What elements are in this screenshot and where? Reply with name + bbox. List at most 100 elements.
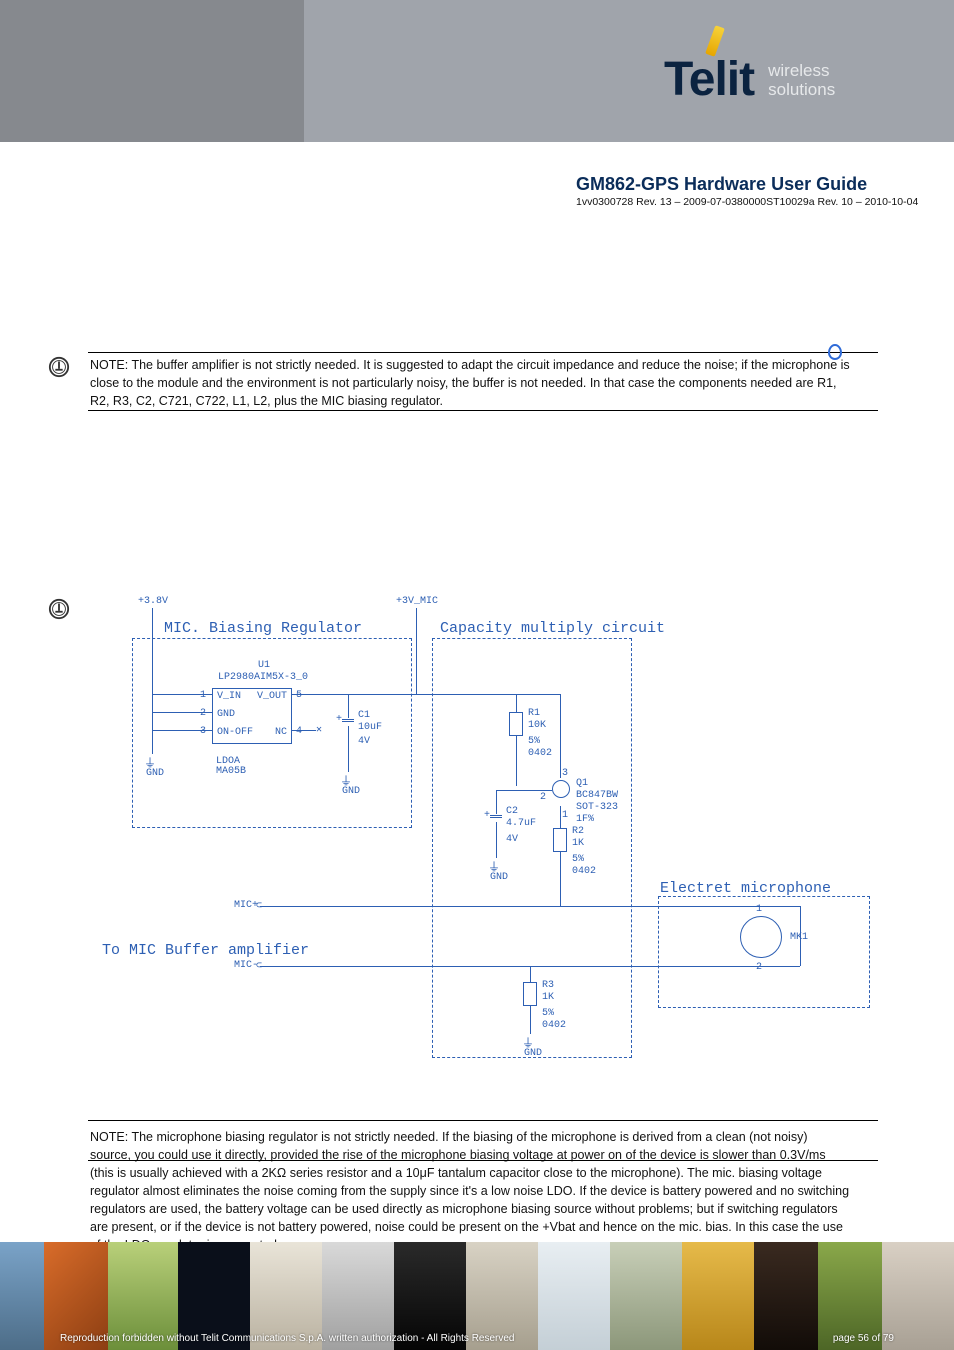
u1-part: LP2980AIM5X-3_0 [218, 672, 308, 683]
rail-label-right: +3V_MIC [396, 596, 438, 607]
note-text-1: NOTE: The buffer amplifier is not strict… [90, 356, 850, 410]
u1-pin1: V_IN [217, 691, 241, 702]
header-left-block [0, 0, 304, 142]
gnd-label: GND [524, 1048, 542, 1059]
gnd-label: GND [342, 786, 360, 797]
q1-ref: Q1 [576, 778, 588, 789]
c1-ref: C1 [358, 710, 370, 721]
mk1-ref: MK1 [790, 932, 808, 943]
wire [260, 906, 800, 907]
rule [88, 1120, 878, 1121]
tile-1 [0, 1242, 44, 1350]
c2-ref: C2 [506, 806, 518, 817]
r3-pkg: 0402 [542, 1020, 566, 1031]
page: Telit wireless solutions GM862-GPS Hardw… [0, 0, 954, 1350]
wire [516, 736, 517, 786]
wire [530, 1006, 531, 1034]
wire [800, 906, 801, 966]
r1 [509, 712, 523, 736]
c1 [342, 718, 354, 723]
brand-tagline-line1: wireless [768, 61, 835, 80]
wire [292, 694, 416, 695]
tile-9 [538, 1242, 610, 1350]
r3-val: 1K [542, 992, 554, 1003]
wire [152, 608, 153, 694]
r1-tol: 5% [528, 736, 540, 747]
wire [496, 790, 516, 791]
wire [152, 712, 212, 713]
tile-11 [682, 1242, 754, 1350]
box-label-capmult: Capacity multiply circuit [440, 620, 665, 637]
schematic-diagram: +3.8V +3V_MIC MIC. Biasing Regulator Cap… [100, 596, 890, 1126]
wire [560, 852, 561, 906]
u1-pin2: GND [217, 709, 235, 720]
c2 [490, 814, 502, 819]
c2-val: 4.7uF [506, 818, 536, 829]
wire [152, 694, 212, 695]
c1-val: 10uF [358, 722, 382, 733]
wire [416, 608, 417, 694]
brand-accent-icon [705, 25, 725, 57]
u1-pin4: NC [275, 727, 287, 738]
box-label-electret: Electret microphone [660, 880, 831, 897]
doc-reference: 1vv0300728 Rev. 13 – 2009-07-0380000ST10… [576, 196, 918, 208]
header-divider [0, 142, 954, 146]
u1-ref: U1 [258, 660, 270, 671]
note-icon [48, 598, 70, 620]
q1-part: BC847BW [576, 790, 618, 801]
u1-pin5: V_OUT [257, 691, 287, 702]
wire [516, 694, 517, 712]
rail-label-left: +3.8V [138, 596, 168, 607]
footer-page: page 56 of 79 [833, 1333, 894, 1344]
r1-pkg: 0402 [528, 748, 552, 759]
r3 [523, 982, 537, 1006]
wire [496, 790, 497, 814]
tile-10 [610, 1242, 682, 1350]
r3-tol: 5% [542, 1008, 554, 1019]
rule [88, 410, 878, 411]
page-title: GM862-GPS Hardware User Guide [576, 174, 867, 195]
footer: Reproduction forbidden without Telit Com… [0, 1210, 954, 1350]
wire [560, 694, 561, 778]
micminus-label: MIC- [234, 960, 258, 971]
note-icon [48, 356, 70, 378]
r2-ref: R2 [572, 826, 584, 837]
tile-12 [754, 1242, 818, 1350]
wire [560, 806, 561, 828]
r1-val: 10K [528, 720, 546, 731]
q1-pkg: SOT-323 [576, 802, 618, 813]
gnd-label: GND [146, 768, 164, 779]
brand-logo: Telit wireless solutions [664, 52, 924, 107]
to-buffer-label: To MIC Buffer amplifier [102, 942, 309, 959]
wire [416, 694, 516, 695]
gnd-label: GND [490, 872, 508, 883]
footer-copyright: Reproduction forbidden without Telit Com… [60, 1333, 515, 1344]
c1-v: 4V [358, 736, 370, 747]
r3-ref: R3 [542, 980, 554, 991]
wire [260, 966, 800, 967]
wire [516, 790, 552, 791]
box-label-bias: MIC. Biasing Regulator [164, 620, 362, 637]
micplus-label: MIC+ [234, 900, 258, 911]
rule [88, 1160, 878, 1161]
wire [152, 694, 153, 754]
mk1-symbol [740, 916, 782, 958]
r2-pkg: 0402 [572, 866, 596, 877]
u1-pin3: ON-OFF [217, 727, 253, 738]
c2-v: 4V [506, 834, 518, 845]
r2-val: 1K [572, 838, 584, 849]
u1-pkg-l2: MA05B [216, 766, 246, 777]
wire [348, 726, 349, 772]
wire [348, 694, 349, 718]
r1-ref: R1 [528, 708, 540, 719]
wire [516, 694, 560, 695]
wire [292, 730, 316, 731]
r2-tol: 5% [572, 854, 584, 865]
q1-note: 1F% [576, 814, 594, 825]
wire [152, 730, 212, 731]
brand-wordmark: Telit [664, 52, 754, 107]
q1 [552, 780, 570, 806]
u1-body: V_IN GND ON-OFF V_OUT NC [212, 688, 292, 744]
wire [530, 966, 531, 982]
brand-tagline: wireless solutions [768, 61, 835, 99]
